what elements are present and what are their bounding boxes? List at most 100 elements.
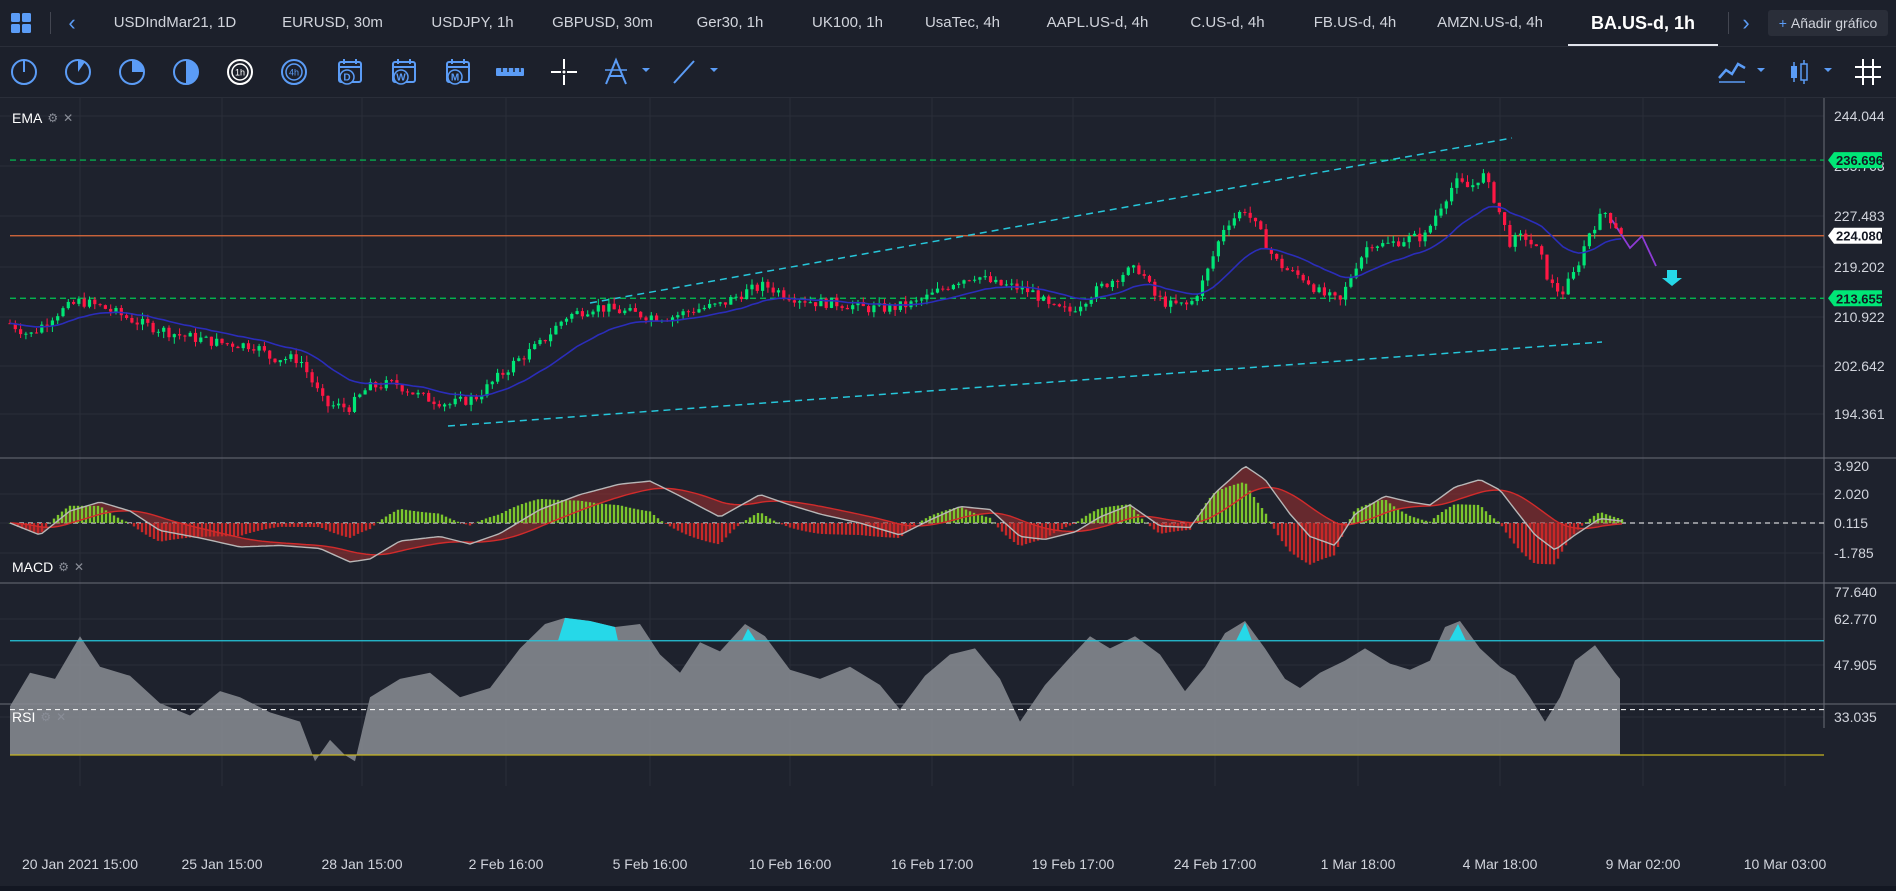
ema-settings-icon[interactable]: ⚙ (47, 111, 58, 125)
macd-hist-bar-up (1428, 521, 1432, 523)
macd-hist-bar-down (812, 523, 816, 533)
clock-15m-icon[interactable] (116, 56, 148, 88)
candle-down (1280, 258, 1284, 269)
candle-up (66, 301, 70, 309)
macd-hist-bar-up (960, 507, 964, 523)
tab-amzn-us[interactable]: AMZN.US-d, 4h (1425, 0, 1555, 46)
macd-hist-bar-down (460, 523, 464, 524)
candle-up (40, 324, 44, 333)
calendar-day-icon[interactable]: D (334, 56, 366, 88)
svg-text:M: M (451, 73, 459, 84)
candle-up (1126, 267, 1130, 275)
macd-hist-bar-down (1536, 523, 1540, 564)
ruler-icon[interactable] (494, 56, 526, 88)
candle-up (1216, 241, 1220, 257)
candle-down (34, 332, 39, 334)
macd-hist-bar-down (268, 523, 272, 529)
candle-down (72, 301, 76, 304)
macd-hist-bar-down (728, 523, 732, 534)
candle-up (61, 308, 65, 317)
candle-down (103, 305, 107, 309)
svg-text:1h: 1h (235, 68, 245, 78)
candle-up (1444, 201, 1448, 209)
macd-hist-bar-up (1464, 504, 1468, 523)
candle-type-dropdown-chevron-down-icon[interactable] (1823, 65, 1833, 75)
macd-hist-bar-down (200, 523, 204, 537)
add-chart-button[interactable]: + Añadir gráfico (1768, 10, 1888, 36)
clock-5m-icon[interactable] (62, 56, 94, 88)
macd-hist-bar-up (116, 517, 120, 523)
clock-30m-icon[interactable] (170, 56, 202, 88)
plus-icon: + (1778, 15, 1787, 31)
fibonacci-dropdown-chevron-down-icon[interactable] (641, 65, 651, 75)
macd-hist-bar-up (564, 500, 568, 523)
rsi-settings-icon[interactable]: ⚙ (40, 710, 51, 724)
tab-usdjpy[interactable]: USDJPY, 1h (420, 0, 525, 46)
tab-gbpusd[interactable]: GBPUSD, 30m (545, 0, 660, 46)
calendar-week-icon[interactable]: W (388, 56, 420, 88)
macd-hist-bar-up (1224, 487, 1228, 523)
macd-hist-bar-down (340, 523, 344, 536)
trendline-icon[interactable] (668, 56, 700, 88)
macd-hist-bar-up (1420, 519, 1424, 523)
macd-hist-bar-up (740, 522, 744, 524)
macd-hist-bar-up (456, 521, 460, 523)
macd-hist-bar-down (352, 523, 356, 536)
clock-1h-icon[interactable]: 1h (224, 56, 256, 88)
macd-hist-bar-down (780, 523, 784, 525)
svg-text:4h: 4h (289, 68, 299, 78)
calendar-month-icon[interactable]: M (442, 56, 474, 88)
grid-icon[interactable] (1852, 56, 1884, 88)
macd-hist-bar-down (1280, 523, 1284, 542)
macd-hist-bar-down (1028, 523, 1032, 543)
tab-usdindmar21[interactable]: USDIndMar21, 1D (110, 0, 240, 46)
macd-hist-bar-up (1116, 505, 1120, 523)
macd-hist-bar-down (156, 523, 160, 541)
ema-close-icon[interactable]: ✕ (63, 111, 73, 125)
macd-hist-bar-up (396, 509, 400, 523)
candle-down (1105, 283, 1109, 288)
macd-hist-bar-up (532, 500, 536, 523)
chart-type-dropdown-chevron-down-icon[interactable] (1756, 65, 1766, 75)
candle-down (98, 304, 102, 306)
macd-hist-bar-down (284, 523, 288, 527)
tab-aapl[interactable]: AAPL.US-d, 4h (1035, 0, 1160, 46)
candle-up (352, 396, 357, 412)
candle-down (262, 346, 266, 351)
macd-close-icon[interactable]: ✕ (74, 560, 84, 574)
candle-up (1317, 287, 1321, 293)
fibonacci-icon[interactable] (600, 56, 632, 88)
macd-hist-bar-up (1076, 521, 1080, 523)
candle-down (543, 339, 547, 342)
price-chart-canvas[interactable]: 244.044235.763227.483219.202210.922202.6… (0, 98, 1896, 886)
tab-ba-us-active[interactable]: BA.US-d, 1h (1568, 0, 1718, 46)
macd-hist-bar-up (1140, 518, 1144, 523)
candle-down (125, 315, 129, 318)
crosshair-icon[interactable] (548, 56, 580, 88)
clock-4h-icon[interactable]: 4h (278, 56, 310, 88)
tab-usatec[interactable]: UsaTec, 4h (915, 0, 1010, 46)
tabs-scroll-right-icon[interactable]: › (1734, 10, 1758, 36)
candle-down (782, 290, 786, 298)
tab-c-us[interactable]: C.US-d, 4h (1180, 0, 1275, 46)
macd-hist-bar-up (1448, 506, 1452, 523)
tab-uk100[interactable]: UK100, 1h (800, 0, 895, 46)
tab-eurusd[interactable]: EURUSD, 30m (275, 0, 390, 46)
macd-settings-icon[interactable]: ⚙ (58, 560, 69, 574)
rsi-axis-label: 62.770 (1834, 611, 1877, 627)
candle-up (448, 404, 452, 406)
clock-1m-icon[interactable] (8, 56, 40, 88)
candlestick-type-icon[interactable] (1783, 56, 1815, 88)
line-chart-type-icon[interactable] (1716, 56, 1748, 88)
trendline-dropdown-chevron-down-icon[interactable] (709, 65, 719, 75)
tab-fb-us[interactable]: FB.US-d, 4h (1300, 0, 1410, 46)
tabs-scroll-left-icon[interactable]: ‹ (60, 10, 84, 36)
macd-hist-bar-down (168, 523, 172, 541)
candle-down (1322, 287, 1326, 296)
layouts-grid-icon[interactable] (10, 12, 32, 34)
tab-ger30[interactable]: Ger30, 1h (685, 0, 775, 46)
chart-area[interactable]: 244.044235.763227.483219.202210.922202.6… (0, 98, 1896, 886)
macd-hist-bar-down (1312, 523, 1316, 563)
rsi-close-icon[interactable]: ✕ (56, 710, 66, 724)
candle-down (1047, 296, 1051, 304)
